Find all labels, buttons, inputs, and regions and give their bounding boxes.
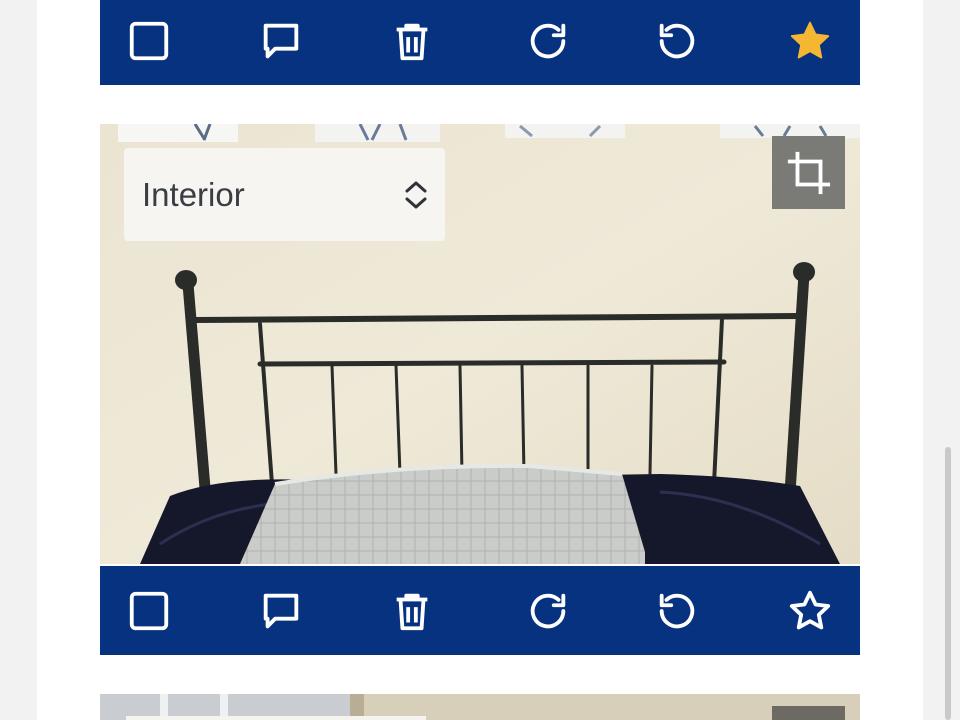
select-checkbox[interactable] [121,13,177,69]
rotate-left-button[interactable] [649,583,705,639]
rotate-counterclockwise-icon [659,23,695,59]
property-photo [100,694,860,720]
scrollbar-thumb[interactable] [945,447,951,720]
photo-toolbar [100,566,860,655]
comment-icon [263,23,299,59]
rotate-right-button[interactable] [520,583,576,639]
comment-button[interactable] [253,13,309,69]
comment-button[interactable] [253,583,309,639]
crop-button[interactable] [772,136,845,209]
crop-icon [787,151,830,194]
rotate-counterclockwise-icon [659,593,695,629]
category-select[interactable]: Interior [124,148,445,241]
favorite-button[interactable] [782,13,838,69]
comment-icon [263,593,299,629]
rotate-clockwise-icon [530,23,566,59]
trash-icon [396,593,428,631]
category-select-value: Interior [142,175,245,213]
favorite-button[interactable] [782,583,838,639]
chevron-up-down-icon [405,181,427,209]
delete-button[interactable] [384,583,440,639]
rotate-left-button[interactable] [649,13,705,69]
photo-toolbar [100,0,860,85]
select-checkbox[interactable] [121,583,177,639]
trash-icon [396,23,428,61]
star-icon [790,21,830,59]
delete-button[interactable] [384,13,440,69]
rotate-right-button[interactable] [520,13,576,69]
star-icon [789,590,831,630]
checkbox-icon [129,591,169,631]
next-photo-image [100,694,860,720]
checkbox-icon [129,21,169,61]
rotate-clockwise-icon [530,593,566,629]
